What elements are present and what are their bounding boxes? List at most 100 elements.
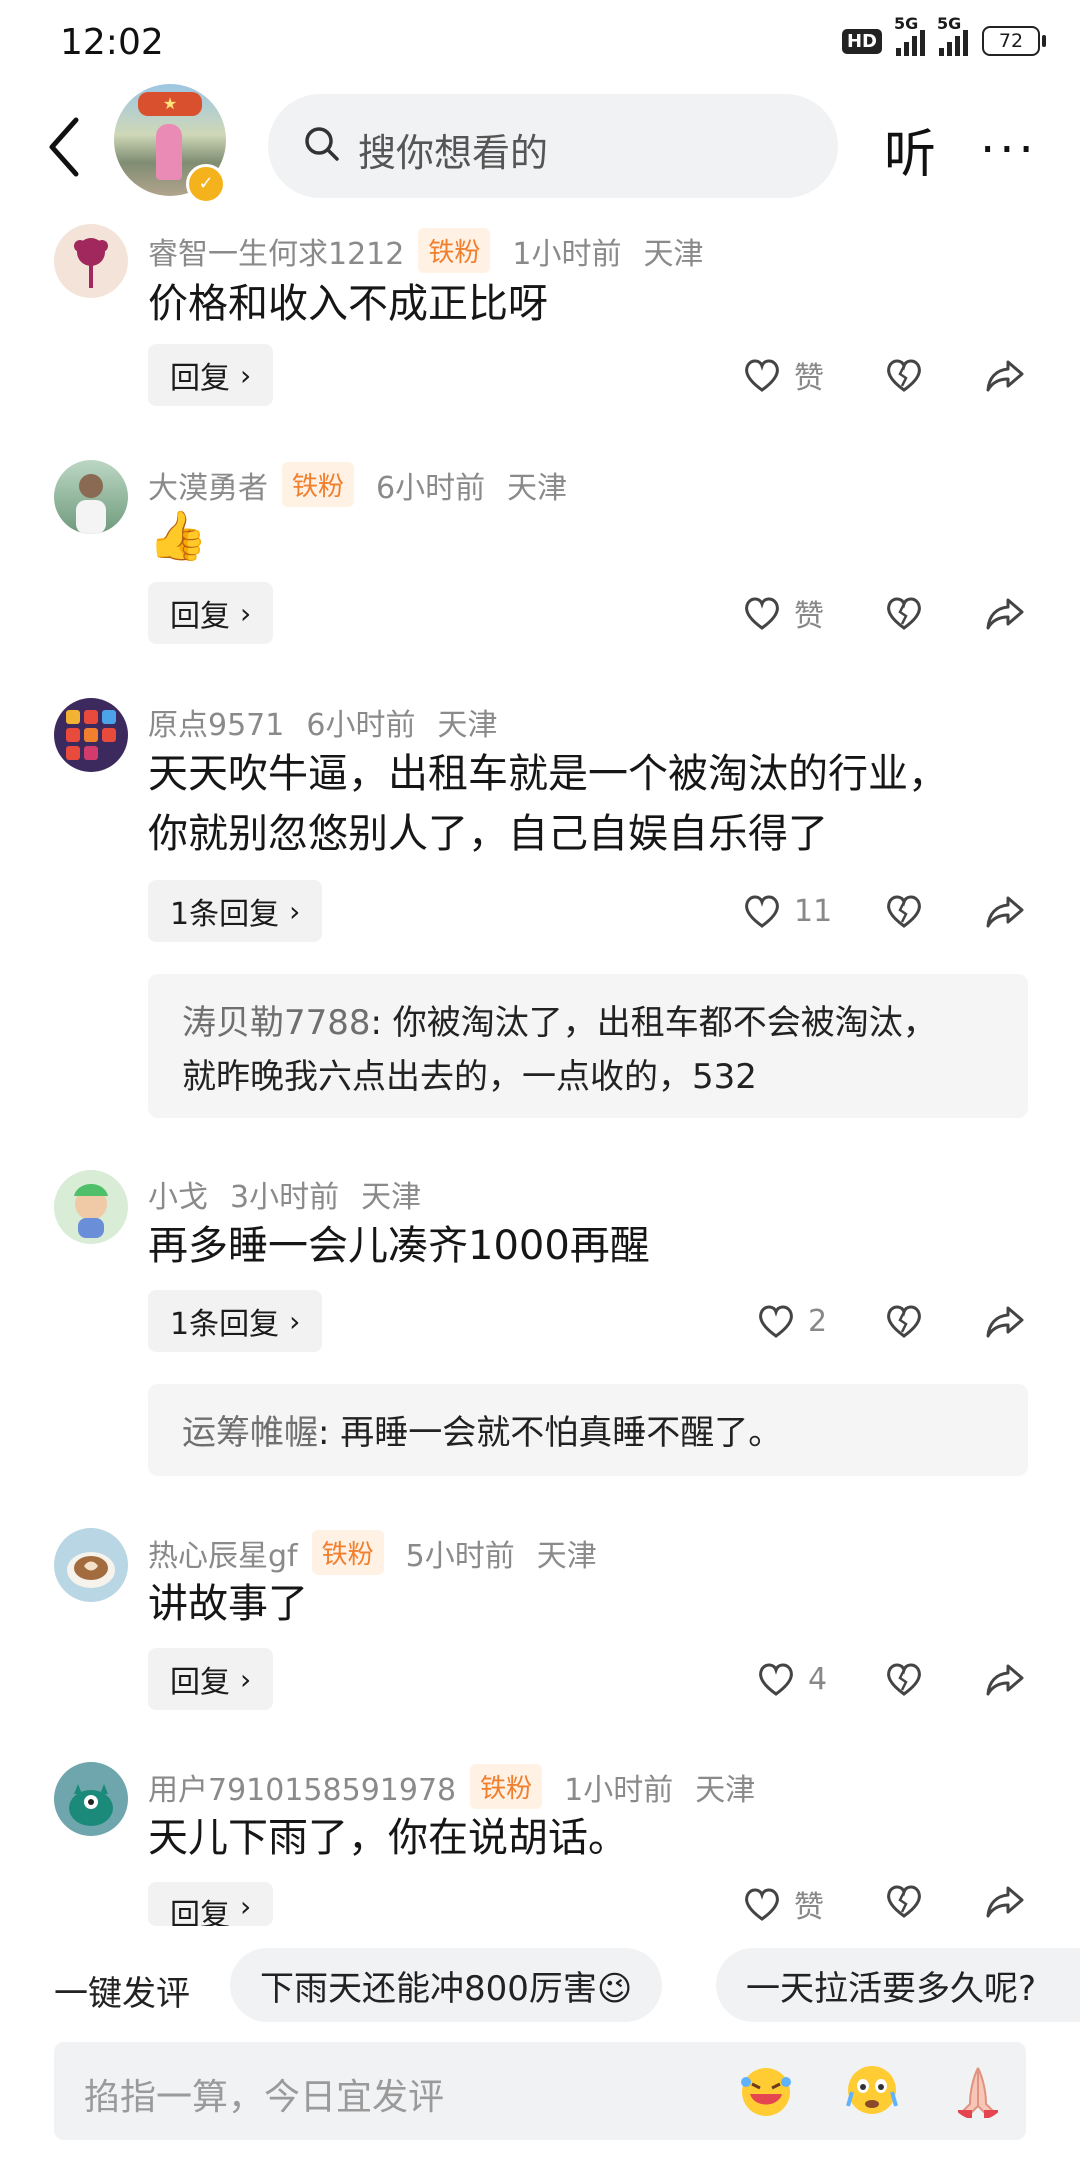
like-button[interactable]: 赞 xyxy=(742,1882,824,1926)
share-icon[interactable] xyxy=(984,1302,1026,1340)
comment-text: 天儿下雨了，你在说胡话。 xyxy=(148,1815,628,1861)
comment-username[interactable]: 小戈 xyxy=(148,1172,208,1216)
comment-username[interactable]: 热心辰星gf xyxy=(148,1531,298,1575)
comment-meta: 原点9571 6小时前 天津 xyxy=(148,700,497,744)
avatar-cartoon-icon xyxy=(74,1184,108,1238)
like-button[interactable]: 11 xyxy=(742,892,832,930)
sub-reply-author[interactable]: 涛贝勒7788 xyxy=(182,1003,371,1043)
comment-input-placeholder: 掐指一算，今日宜发评 xyxy=(84,2077,445,2118)
broken-heart-icon[interactable] xyxy=(884,1882,924,1920)
sub-reply-text: : 你被淘汰了，出租车都不会被淘汰， xyxy=(370,1003,937,1043)
broken-heart-icon[interactable] xyxy=(884,594,924,632)
search-icon xyxy=(305,127,339,161)
sub-reply[interactable]: 运筹帷幄: 再睡一会就不怕真睡不醒了。 xyxy=(148,1384,1028,1476)
comment-text-line-2: 你就别忽悠别人了，自己自娱自乐得了 xyxy=(148,811,828,857)
comment-avatar[interactable] xyxy=(54,1170,128,1244)
avatar-flower-icon xyxy=(74,238,108,288)
comment-avatar[interactable] xyxy=(54,224,128,298)
comment-avatar[interactable] xyxy=(54,460,128,534)
comment-location: 天津 xyxy=(643,236,704,272)
comment-avatar[interactable] xyxy=(54,1528,128,1602)
comment-time: 6小时前 xyxy=(376,470,486,506)
comment-text-line-1: 天天吹牛逼，出租车就是一个被淘汰的行业， xyxy=(148,751,948,797)
status-icons: HD 5G 5G 72 xyxy=(841,14,1046,56)
comment-actions: 赞 xyxy=(0,582,1080,644)
comment-text: 讲故事了 xyxy=(148,1581,308,1627)
signal-icon-2: 5G xyxy=(937,14,968,56)
avatar-apps-icon xyxy=(66,710,116,760)
verified-badge-icon: ✓ xyxy=(186,164,226,204)
avatar-monster-icon xyxy=(69,1784,113,1826)
fan-badge: 铁粉 xyxy=(311,1530,384,1575)
like-button[interactable]: 赞 xyxy=(742,591,824,635)
comment-location: 天津 xyxy=(361,1180,422,1215)
comment-text: 👍 xyxy=(148,508,208,564)
back-icon[interactable] xyxy=(40,112,92,182)
comment-meta: 小戈 3小时前 天津 xyxy=(148,1172,421,1216)
status-time: 12:02 xyxy=(60,22,164,63)
like-count: 4 xyxy=(808,1661,828,1697)
comment-actions: 2 xyxy=(0,1290,1080,1352)
comment-text: 再多睡一会儿凑齐1000再醒 xyxy=(148,1223,650,1269)
like-button[interactable]: 4 xyxy=(756,1660,827,1698)
comment-location: 天津 xyxy=(695,1772,756,1808)
comment-location: 天津 xyxy=(536,1538,597,1574)
like-count: 赞 xyxy=(794,1890,824,1925)
search-placeholder: 搜你想看的 xyxy=(358,131,549,175)
fan-badge: 铁粉 xyxy=(470,1764,543,1809)
battery-icon: 72 xyxy=(982,26,1046,56)
like-button[interactable]: 赞 xyxy=(742,353,824,397)
broken-heart-icon[interactable] xyxy=(884,1660,924,1698)
quick-comment-chip[interactable]: 一天拉活要多久呢? xyxy=(716,1948,1080,2022)
listen-button[interactable]: 听 xyxy=(884,112,936,187)
comment-actions: 4 xyxy=(0,1648,1080,1710)
signal-icon: 5G xyxy=(894,14,925,56)
comment-avatar[interactable] xyxy=(54,1762,128,1836)
like-count: 11 xyxy=(794,893,833,929)
like-count: 2 xyxy=(808,1303,828,1339)
sub-reply-text: : 再睡一会就不怕真睡不醒了。 xyxy=(318,1413,783,1453)
laughing-emoji-icon[interactable] xyxy=(736,2060,796,2120)
comment-username[interactable]: 大漠勇者 xyxy=(148,463,268,507)
comment-time: 5小时前 xyxy=(405,1538,515,1574)
comment-username[interactable]: 原点9571 xyxy=(148,700,284,744)
search-bar[interactable] xyxy=(268,94,838,198)
sub-reply-author[interactable]: 运筹帷幄 xyxy=(182,1413,318,1453)
share-icon[interactable] xyxy=(984,356,1026,394)
share-icon[interactable] xyxy=(984,1882,1026,1920)
comment-username[interactable]: 用户7910158591978 xyxy=(148,1765,456,1809)
avatar-person-icon xyxy=(76,474,106,534)
heart-icon xyxy=(745,359,779,392)
share-icon[interactable] xyxy=(984,594,1026,632)
comment-meta: 睿智一生何求1212 铁粉 1小时前 天津 xyxy=(148,228,703,273)
pray-hands-icon[interactable] xyxy=(948,2060,1008,2120)
comment-meta: 大漠勇者 铁粉 6小时前 天津 xyxy=(148,462,567,507)
comment-location: 天津 xyxy=(437,708,498,743)
hd-icon: HD xyxy=(841,28,882,54)
sub-reply-text-line-2: 就昨晚我六点出去的，一点收的，532 xyxy=(182,1057,757,1097)
sub-reply[interactable]: 涛贝勒7788: 你被淘汰了，出租车都不会被淘汰， 就昨晚我六点出去的，一点收的… xyxy=(148,974,1028,1118)
comment-meta: 用户7910158591978 铁粉 1小时前 天津 xyxy=(148,1764,755,1809)
broken-heart-icon[interactable] xyxy=(884,1302,924,1340)
comment-meta: 热心辰星gf 铁粉 5小时前 天津 xyxy=(148,1530,597,1575)
comment-time: 3小时前 xyxy=(230,1180,340,1215)
quick-comment-chip[interactable]: 下雨天还能冲800厉害😉 xyxy=(230,1948,663,2022)
heart-icon xyxy=(759,1663,793,1696)
fan-badge: 铁粉 xyxy=(418,228,491,273)
heart-icon xyxy=(745,1888,779,1921)
share-icon[interactable] xyxy=(984,1660,1026,1698)
comment-avatar[interactable] xyxy=(54,698,128,772)
broken-heart-icon[interactable] xyxy=(884,356,924,394)
comment-location: 天津 xyxy=(507,470,568,506)
heart-icon xyxy=(745,597,779,630)
comment-time: 6小时前 xyxy=(306,708,416,743)
share-icon[interactable] xyxy=(984,892,1026,930)
quick-comment-label: 一键发评 xyxy=(54,1974,190,2014)
avatar-banner-icon: ★ xyxy=(138,92,202,116)
more-icon[interactable]: ··· xyxy=(980,122,1038,178)
broken-heart-icon[interactable] xyxy=(884,892,924,930)
crying-emoji-icon[interactable] xyxy=(842,2060,902,2120)
comment-actions: 11 xyxy=(0,880,1080,942)
comment-username[interactable]: 睿智一生何求1212 xyxy=(148,229,404,273)
like-button[interactable]: 2 xyxy=(756,1302,827,1340)
